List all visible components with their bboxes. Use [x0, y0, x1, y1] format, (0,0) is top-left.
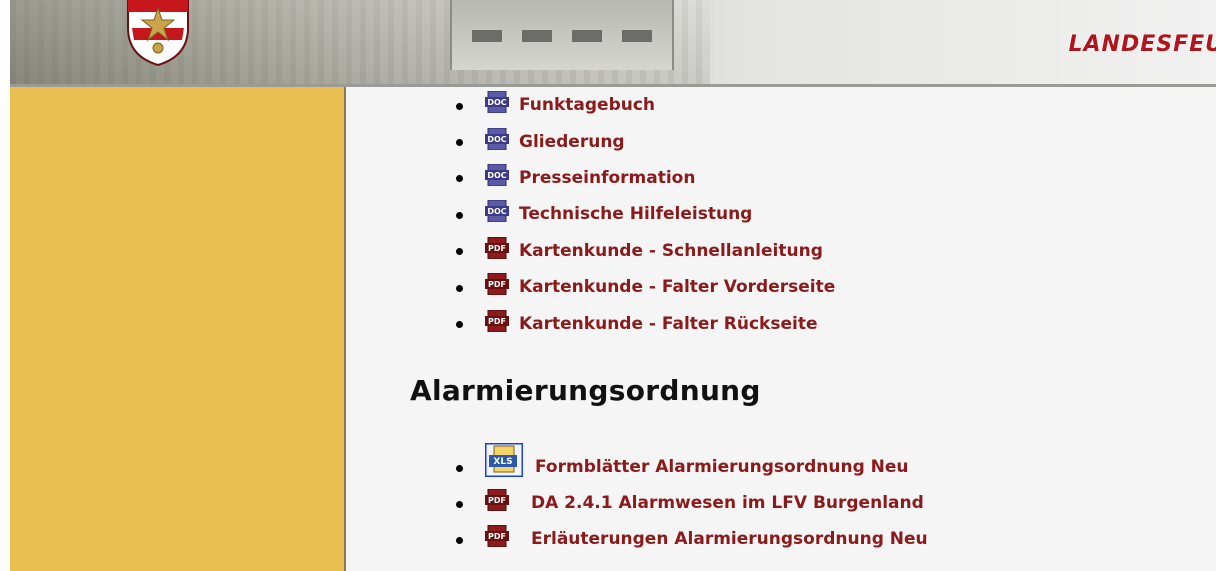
list-item: DOC Gliederung [456, 123, 835, 159]
svg-text:PDF: PDF [488, 532, 506, 541]
doc-file-icon: DOC [485, 127, 509, 150]
pdf-file-icon: PDF [485, 236, 509, 259]
list-item: DOC Technische Hilfeleistung [456, 196, 835, 232]
pdf-file-icon: PDF [485, 525, 509, 547]
list-item: PDF Kartenkunde - Falter Rückseite [456, 305, 835, 341]
header-building-image [450, 0, 674, 70]
document-list: DOC Funktagebuch DOC Gliederung DOC Pres… [456, 87, 835, 342]
list-item: PDF Kartenkunde - Schnellanleitung [456, 233, 835, 269]
doc-link-technische-hilfeleistung[interactable]: Technische Hilfeleistung [519, 204, 752, 224]
doc-link-gliederung[interactable]: Gliederung [519, 132, 625, 152]
svg-text:DOC: DOC [487, 98, 506, 107]
list-item: PDF Kartenkunde - Falter Vorderseite [456, 269, 835, 305]
svg-text:XLS: XLS [493, 457, 512, 467]
section-title-alarmierungsordnung: Alarmierungsordnung [410, 374, 761, 407]
header-banner: LANDESFEU [10, 0, 1216, 87]
pdf-file-icon: PDF [485, 309, 509, 332]
doc-link-kartenkunde-falter-rueckseite[interactable]: Kartenkunde - Falter Rückseite [519, 314, 817, 334]
doc-link-presseinformation[interactable]: Presseinformation [519, 168, 695, 188]
list-item: XLS Formblätter Alarmierungsordnung Neu [456, 443, 928, 485]
bullet [456, 211, 463, 219]
svg-text:DOC: DOC [487, 171, 506, 180]
svg-text:PDF: PDF [488, 317, 506, 326]
header-title: LANDESFEU [1068, 32, 1216, 57]
list-item: PDF Erläuterungen Alarmierungsordnung Ne… [456, 521, 928, 557]
doc-link-funktagebuch[interactable]: Funktagebuch [519, 95, 655, 115]
bullet [456, 536, 463, 544]
list-item: DOC Presseinformation [456, 160, 835, 196]
alarm-document-list: XLS Formblätter Alarmierungsordnung Neu … [456, 443, 928, 557]
doc-link-erlaeuterungen-alarmierungsordnung[interactable]: Erläuterungen Alarmierungsordnung Neu [531, 529, 928, 549]
doc-link-formblaetter-alarmierungsordnung[interactable]: Formblätter Alarmierungsordnung Neu [535, 457, 909, 477]
svg-text:PDF: PDF [488, 280, 506, 289]
bullet [456, 500, 463, 508]
bullet [456, 464, 463, 472]
pdf-file-icon: PDF [485, 489, 509, 511]
xls-file-icon: XLS [485, 443, 523, 477]
bullet [456, 248, 463, 256]
page-frame: LANDESFEU DOC Funktagebuch DOC Gliederun… [0, 0, 1216, 571]
list-item: DOC Funktagebuch [456, 87, 835, 123]
svg-text:DOC: DOC [487, 207, 506, 216]
main-content: DOC Funktagebuch DOC Gliederung DOC Pres… [346, 87, 1216, 571]
doc-link-kartenkunde-schnellanleitung[interactable]: Kartenkunde - Schnellanleitung [519, 241, 823, 261]
pdf-file-icon: PDF [485, 273, 509, 296]
crest-icon [127, 0, 189, 66]
bullet [456, 102, 463, 110]
list-item: PDF DA 2.4.1 Alarmwesen im LFV Burgenlan… [456, 485, 928, 521]
svg-text:PDF: PDF [488, 496, 506, 505]
doc-link-kartenkunde-falter-vorderseite[interactable]: Kartenkunde - Falter Vorderseite [519, 277, 835, 297]
sidebar [10, 87, 346, 571]
bullet [456, 139, 463, 147]
doc-file-icon: DOC [485, 200, 509, 223]
doc-link-da-alarmwesen[interactable]: DA 2.4.1 Alarmwesen im LFV Burgenland [531, 493, 924, 513]
svg-text:PDF: PDF [488, 244, 506, 253]
bullet [456, 321, 463, 329]
doc-file-icon: DOC [485, 163, 509, 186]
left-gutter [0, 84, 10, 571]
bullet [456, 284, 463, 292]
doc-file-icon: DOC [485, 91, 509, 114]
bullet [456, 175, 463, 183]
svg-text:DOC: DOC [487, 135, 506, 144]
